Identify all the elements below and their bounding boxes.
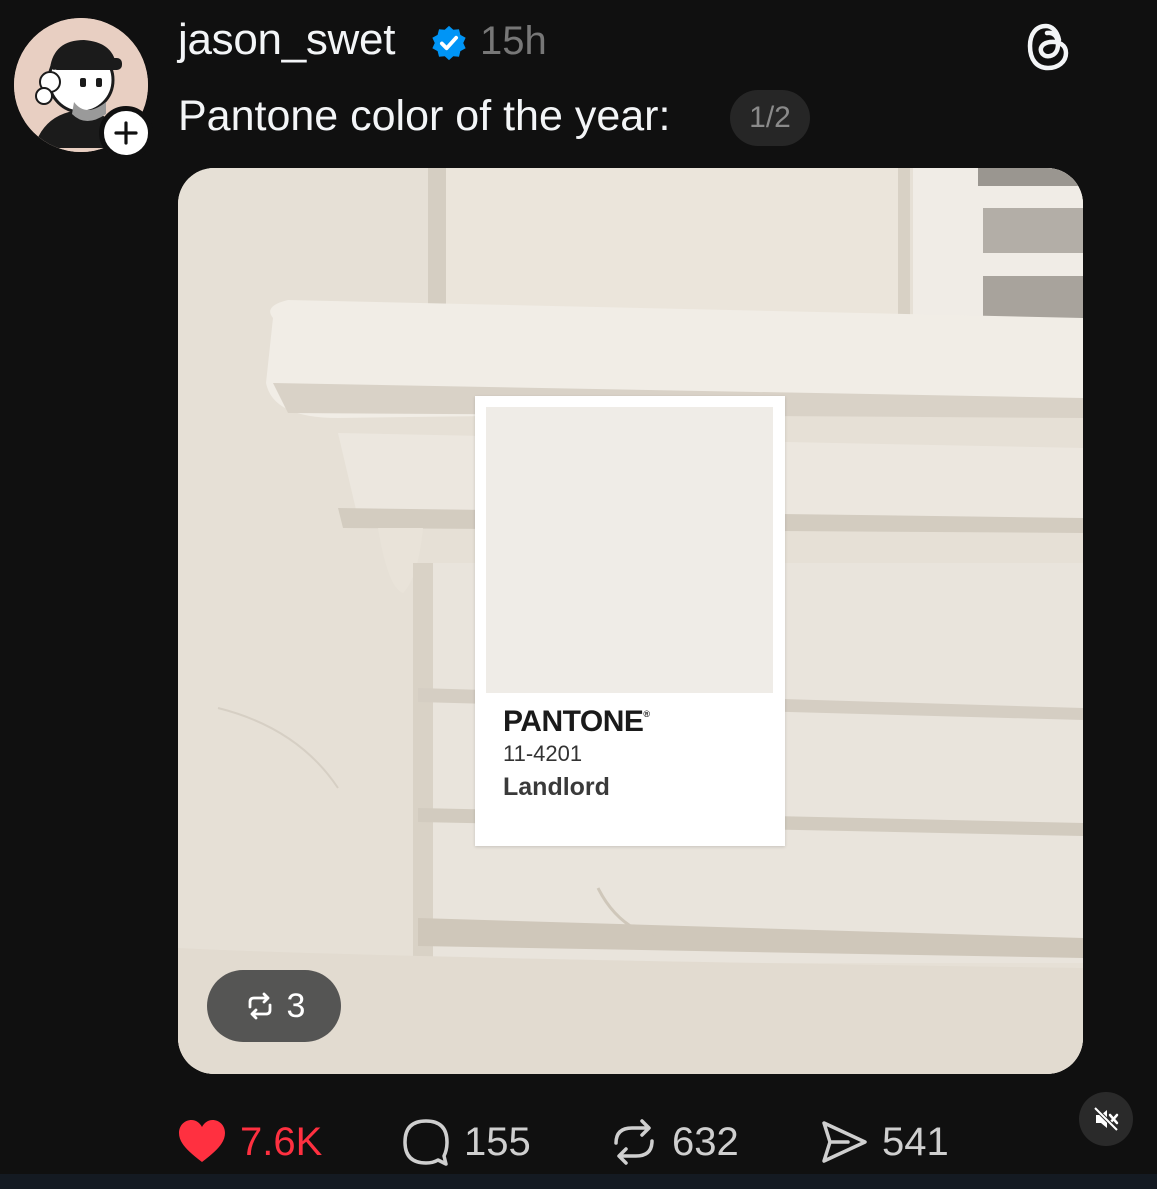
pantone-swatch-card: PANTONE® 11-4201 Landlord [475, 396, 785, 846]
swatch-name: Landlord [503, 773, 610, 801]
post-caption: Pantone color of the year: [178, 92, 671, 140]
follow-button[interactable] [99, 106, 153, 160]
repost-icon [614, 1119, 654, 1165]
username[interactable]: jason_swet [178, 14, 395, 66]
page-indicator-badge: 1/2 [730, 90, 810, 146]
share-button[interactable]: 541 [818, 1116, 949, 1168]
swatch-code: 11-4201 [503, 741, 583, 766]
share-count: 541 [882, 1119, 949, 1164]
media-repost-count: 3 [286, 986, 306, 1025]
bottom-bar [0, 1174, 1157, 1189]
mute-icon [1093, 1106, 1119, 1132]
plus-icon [114, 121, 138, 145]
repost-count: 632 [672, 1119, 739, 1164]
comment-button[interactable]: 155 [400, 1116, 531, 1168]
share-icon [822, 1121, 867, 1163]
verified-badge-icon [432, 25, 466, 61]
heart-icon [179, 1120, 225, 1162]
mute-button[interactable] [1079, 1092, 1133, 1146]
repost-button[interactable]: 632 [608, 1116, 739, 1168]
comment-count: 155 [464, 1119, 531, 1164]
post-image[interactable]: PANTONE® 11-4201 Landlord 3 [178, 168, 1083, 1074]
post-actions: 7.6K 155 632 541 [0, 1116, 1157, 1176]
post-time: 15h [480, 19, 547, 63]
media-repost-chip[interactable]: 3 [207, 970, 341, 1042]
comment-icon [403, 1119, 449, 1166]
threads-logo-icon[interactable] [1022, 18, 1074, 74]
like-count: 7.6K [240, 1119, 323, 1164]
swatch-color-chip [486, 407, 773, 693]
swatch-brand: PANTONE® [503, 705, 650, 738]
repost-icon [248, 992, 271, 1020]
like-button[interactable]: 7.6K [176, 1116, 322, 1168]
